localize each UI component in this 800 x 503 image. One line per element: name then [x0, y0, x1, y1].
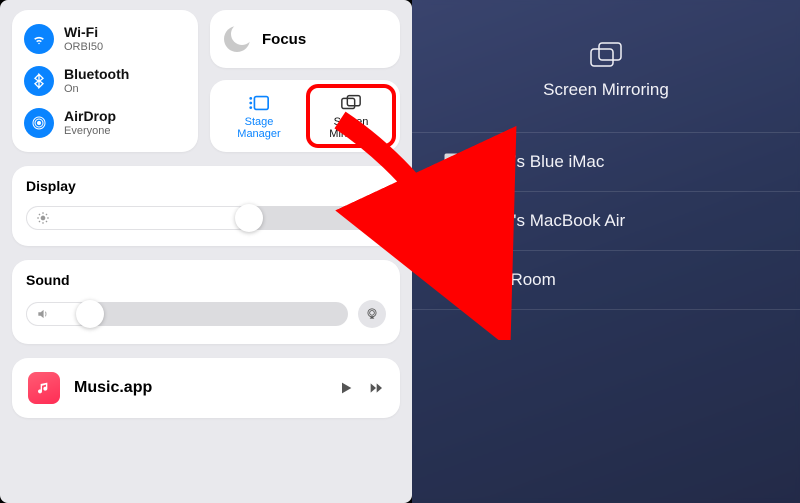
- network-card: Wi-Fi ORBI50 Bluetooth On AirDrop: [12, 10, 198, 152]
- sun-icon: [36, 211, 50, 225]
- screen-mirroring-label: Screen Mirroring: [329, 116, 372, 140]
- display-label: Display: [26, 178, 386, 194]
- airdrop-sub: Everyone: [64, 125, 116, 137]
- mirror-device-item[interactable]: Kirk's Blue iMac: [412, 132, 800, 192]
- bluetooth-sub: On: [64, 83, 129, 95]
- sound-card: Sound: [12, 260, 400, 344]
- stage-manager-icon: [248, 94, 270, 112]
- control-center: Wi-Fi ORBI50 Bluetooth On AirDrop: [0, 0, 412, 503]
- display-thumb[interactable]: [235, 204, 263, 232]
- wifi-sub: ORBI50: [64, 41, 103, 53]
- screen-mirroring-title: Screen Mirroring: [543, 80, 669, 100]
- wifi-title: Wi-Fi: [64, 25, 103, 40]
- music-app-icon: [28, 372, 60, 404]
- focus-label: Focus: [262, 31, 306, 48]
- imac-icon: [442, 151, 468, 173]
- sound-slider[interactable]: [26, 302, 348, 326]
- mirror-device-list: Kirk's Blue iMac Kirk's MacBook Air tv TV R…: [412, 132, 800, 310]
- airdrop-title: AirDrop: [64, 109, 116, 124]
- music-app-name: Music.app: [74, 379, 338, 397]
- mirror-device-name: Kirk's Blue iMac: [484, 152, 604, 172]
- now-playing-card[interactable]: Music.app: [12, 358, 400, 418]
- bluetooth-icon: [24, 66, 54, 96]
- play-icon[interactable]: [338, 380, 354, 396]
- stage-manager-label: Stage Manager: [237, 116, 280, 140]
- bluetooth-title: Bluetooth: [64, 67, 129, 82]
- moon-icon: [224, 26, 250, 52]
- forward-icon[interactable]: [368, 380, 384, 396]
- modules-row: Stage Manager Screen Mirroring: [210, 80, 400, 152]
- mirror-device-name: TV Room: [484, 270, 556, 290]
- focus-button[interactable]: Focus: [210, 10, 400, 68]
- screen-mirroring-button[interactable]: Screen Mirroring: [308, 86, 394, 146]
- bluetooth-toggle[interactable]: Bluetooth On: [20, 60, 190, 102]
- screen-mirroring-panel: Screen Mirroring Kirk's Blue iMacKirk's …: [412, 0, 800, 503]
- speaker-icon: [36, 307, 50, 321]
- airplay-audio-button[interactable]: [358, 300, 386, 328]
- mirror-device-item[interactable]: Kirk's MacBook Air: [412, 192, 800, 251]
- wifi-toggle[interactable]: Wi-Fi ORBI50: [20, 18, 190, 60]
- stage-manager-button[interactable]: Stage Manager: [216, 86, 302, 146]
- mirror-device-item[interactable]: tv TV Room: [412, 251, 800, 310]
- sound-label: Sound: [26, 272, 386, 288]
- svg-text:tv: tv: [452, 278, 458, 285]
- sound-thumb[interactable]: [76, 300, 104, 328]
- appletv-icon: tv: [442, 269, 468, 291]
- screen-mirroring-hero-icon: [588, 40, 624, 70]
- mirror-device-name: Kirk's MacBook Air: [484, 211, 625, 231]
- airdrop-toggle[interactable]: AirDrop Everyone: [20, 102, 190, 144]
- display-slider[interactable]: [26, 206, 386, 230]
- display-card: Display: [12, 166, 400, 246]
- screen-mirroring-icon: [340, 94, 362, 112]
- airplay-icon: [365, 307, 379, 321]
- wifi-icon: [24, 24, 54, 54]
- airdrop-icon: [24, 108, 54, 138]
- macbook-icon: [442, 210, 468, 232]
